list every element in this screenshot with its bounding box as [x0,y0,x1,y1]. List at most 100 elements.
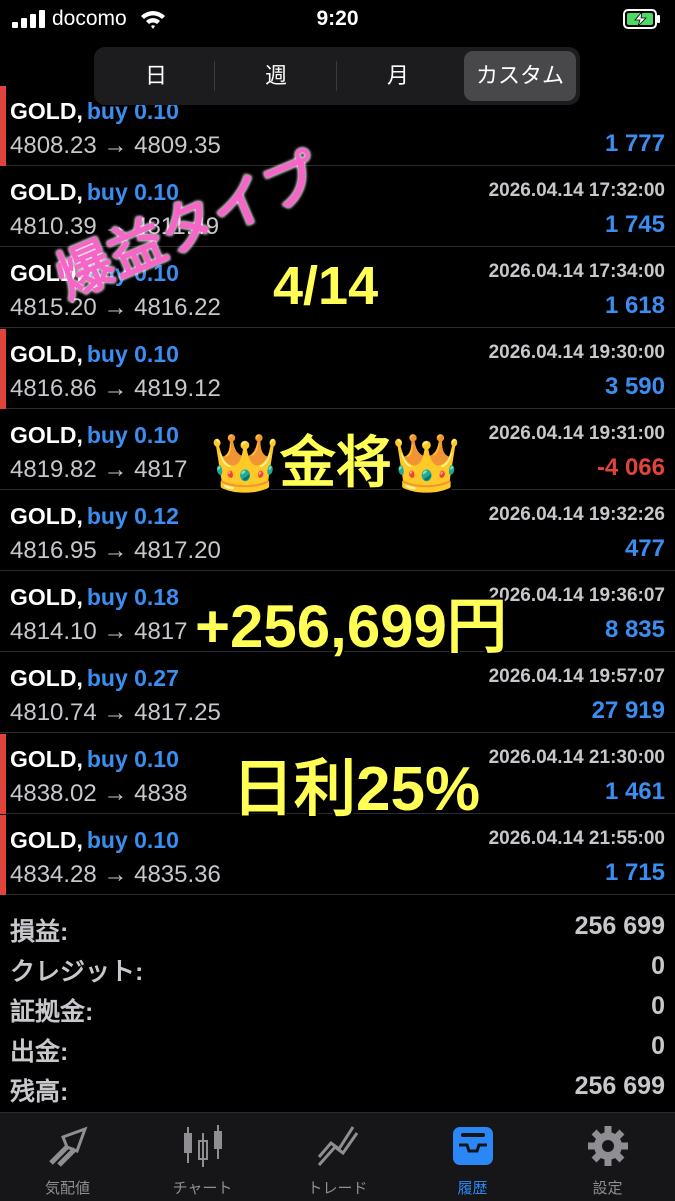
segment-day[interactable]: 日 [100,51,212,101]
summary-label: 証拠金: [10,998,94,1026]
overlay-name: 👑金将👑 [210,431,462,494]
trade-type: buy 0.10 [86,422,179,448]
trade-profit: 27 919 [591,697,665,724]
trade-date: 2026.04.14 17:32:00 [488,180,665,201]
trade-profit: 3 590 [604,373,665,400]
summary-label: 損益: [10,918,69,946]
trade-symbol: GOLD, buy 0.10 [10,422,179,449]
summary-row-balance: 残高: 256 699 [0,1066,675,1106]
trade-type: buy 0.27 [86,665,179,691]
symbol-text: GOLD, [10,827,83,853]
trade-type: buy 0.10 [86,341,179,367]
trade-date: 2026.04.14 19:57:07 [488,666,665,687]
trade-prices: 4815.20 → 4816.22 [10,294,221,321]
trade-date: 2026.04.14 21:55:00 [488,828,665,849]
trade-row[interactable]: GOLD, buy 0.12 4816.95 → 4817.20 2026.04.14… [0,491,675,571]
summary-value: 0 [651,992,665,1020]
tab-label: 履歴 [457,1180,488,1197]
tab-label: トレード [307,1180,368,1197]
summary-row-credit: クレジット: 0 [0,946,675,986]
tab-label: 気配値 [44,1180,90,1197]
trade-prices: 4810.74 → 4817.25 [10,699,221,726]
tab-label: 設定 [592,1180,623,1197]
trade-profit: 1 777 [604,130,665,157]
trade-prices: 4838.02 → 4838 [10,780,188,807]
period-segmented-control: 日 週 月 カスタム [94,47,580,105]
symbol-text: GOLD, [10,503,83,529]
summary-value: 256 699 [574,1072,665,1100]
symbol-text: GOLD, [10,746,83,772]
summary-row-margin: 証拠金: 0 [0,986,675,1026]
trade-profit: 477 [624,535,665,562]
clock: 9:20 [316,7,359,30]
trade-profit: -4 066 [596,454,665,481]
segment-month[interactable]: 月 [340,51,456,101]
trade-symbol: GOLD, buy 0.27 [10,665,179,692]
symbol-text: GOLD, [10,665,83,691]
summary-label: 出金: [10,1038,69,1066]
trade-prices: 4808.23 → 4809.35 [10,132,221,159]
trade-symbol: GOLD, buy 0.10 [10,827,179,854]
trade-date: 2026.04.14 19:31:00 [488,423,665,444]
trade-prices: 4814.10 → 4817 [10,618,188,645]
symbol-text: GOLD, [10,422,83,448]
trade-prices: 4816.95 → 4817.20 [10,537,221,564]
summary-row-profit: 損益: 256 699 [0,906,675,946]
segment-custom[interactable]: カスタム [464,51,576,101]
tab-trade[interactable]: トレード [270,1113,405,1201]
trade-type: buy 0.18 [86,584,179,610]
tab-quotes[interactable]: 気配値 [0,1113,135,1201]
summary-value: 0 [651,1032,665,1060]
trade-profit: 1 745 [604,211,665,238]
symbol-text: GOLD, [10,179,83,205]
trade-date: 2026.04.14 21:30:00 [488,747,665,768]
overlay-profit: +256,699円 [195,593,507,660]
trade-prices: 4819.82 → 4817 [10,456,188,483]
trade-row[interactable]: GOLD, buy 0.10 4816.86 → 4819.12 2026.04.14… [0,329,675,409]
bottom-tab-bar: 気配値 チャート トレード 履歴 設定 [0,1112,675,1201]
trade-type: buy 0.10 [86,746,179,772]
row-marker [0,815,6,895]
trade-symbol: GOLD, buy 0.10 [10,746,179,773]
tab-chart[interactable]: チャート [135,1113,270,1201]
trade-symbol: GOLD, buy 0.10 [10,341,179,368]
trade-date: 2026.04.14 19:30:00 [488,342,665,363]
trade-date: 2026.04.14 19:36:07 [488,585,665,606]
trade-profit: 1 618 [604,292,665,319]
gear-icon [588,1126,628,1166]
tab-history[interactable]: 履歴 [405,1113,540,1201]
candlestick-chart-icon [184,1125,222,1167]
trade-type: buy 0.10 [86,827,179,853]
trade-symbol: GOLD, buy 0.12 [10,503,179,530]
summary-label: クレジット: [10,958,144,986]
battery-charging-icon [623,9,660,29]
tab-label: チャート [172,1180,233,1197]
overlay-date: 4/14 [273,256,379,316]
tab-settings[interactable]: 設定 [540,1113,675,1201]
symbol-text: GOLD, [10,341,83,367]
symbol-text: GOLD, [10,584,83,610]
quotes-arrows-icon [49,1126,88,1167]
trade-line-icon [317,1126,359,1166]
trade-date: 2026.04.14 17:34:00 [488,261,665,282]
summary-row-withdrawal: 出金: 0 [0,1026,675,1066]
history-inbox-icon [453,1127,493,1165]
row-marker [0,86,6,166]
trade-row[interactable]: GOLD, buy 0.27 4810.74 → 4817.25 2026.04.14… [0,653,675,733]
trade-prices: 4816.86 → 4819.12 [10,375,221,402]
trade-prices: 4834.28 → 4835.36 [10,861,221,888]
summary-value: 0 [651,952,665,980]
trade-type: buy 0.12 [86,503,179,529]
trade-profit: 1 461 [604,778,665,805]
status-bar: docomo 9:20 [0,0,675,40]
overlay-daily-rate: 日利25% [232,755,481,824]
trade-profit: 8 835 [604,616,665,643]
row-marker [0,734,6,814]
summary-label: 残高: [10,1078,69,1106]
row-marker [0,329,6,409]
trade-symbol: GOLD, buy 0.18 [10,584,179,611]
trade-date: 2026.04.14 19:32:26 [488,504,665,525]
symbol-text: GOLD, [10,98,83,124]
segment-week[interactable]: 週 [218,51,334,101]
trade-profit: 1 715 [604,859,665,886]
